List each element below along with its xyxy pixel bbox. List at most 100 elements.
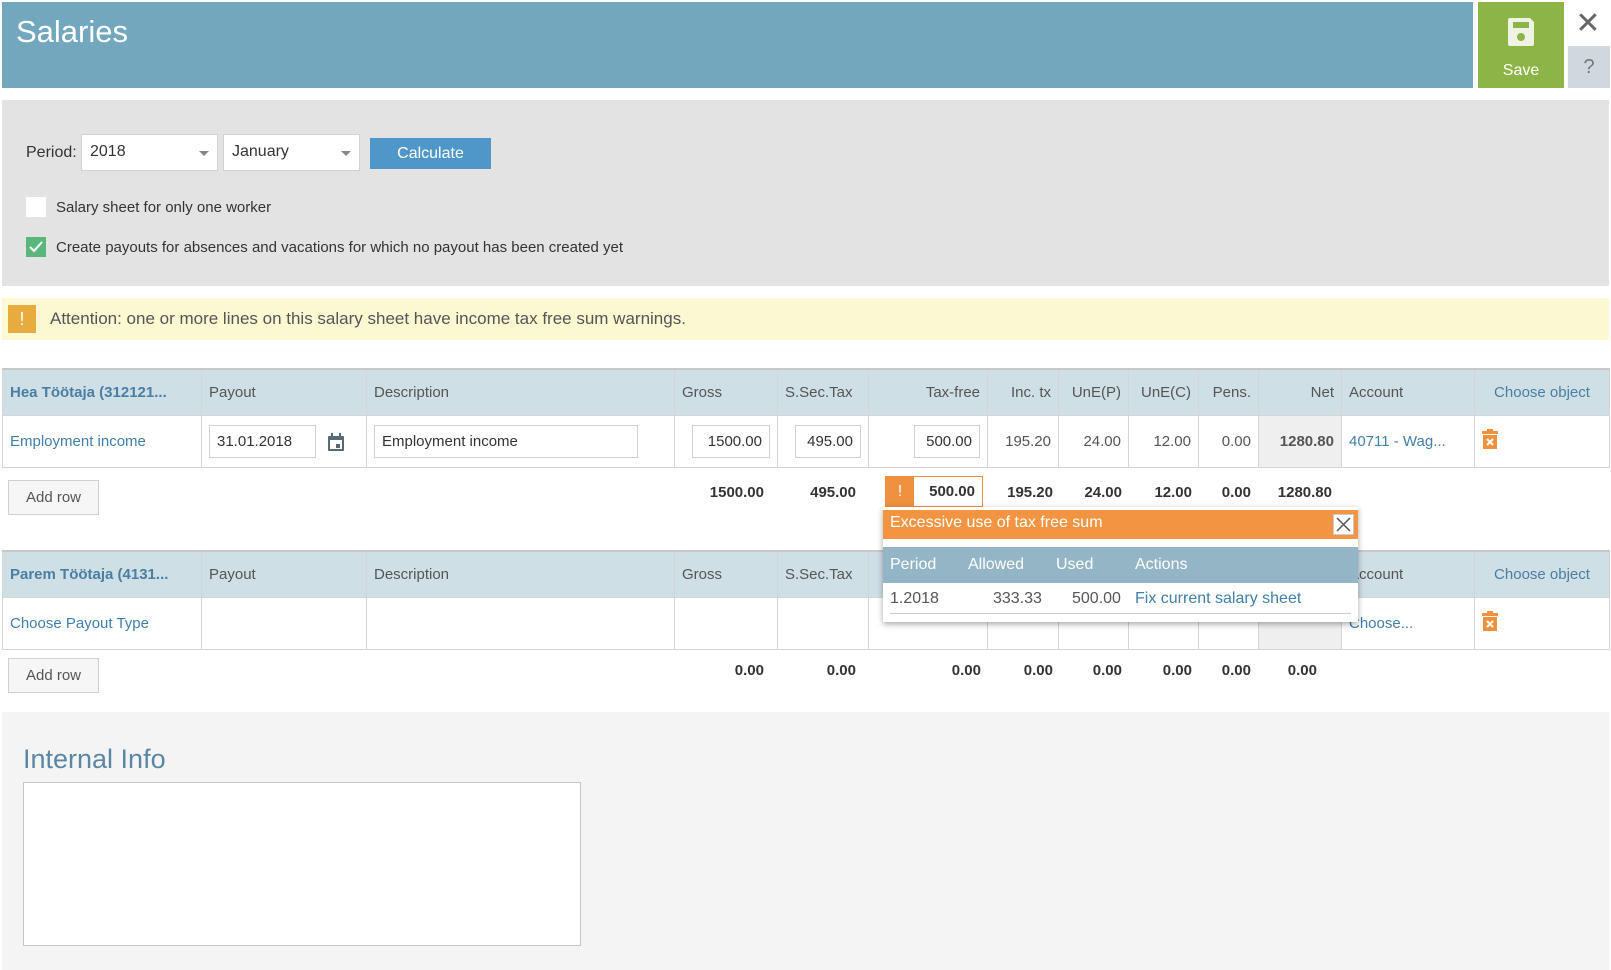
inctx-cell: 195.20	[987, 414, 1059, 468]
description-input[interactable]: Employment income	[374, 424, 638, 458]
taxfree-warning-button[interactable]: ! 500.00	[885, 476, 983, 507]
popup-title: Excessive use of tax free sum	[883, 510, 1358, 539]
total-pens: 0.00	[1221, 484, 1251, 501]
close-icon: ✕	[1575, 7, 1601, 40]
year-value: 2018	[90, 143, 126, 160]
taxfree-warning-popup: Excessive use of tax free sum Period All…	[883, 507, 1358, 622]
col-ssec: S.Sec.Tax	[777, 550, 869, 598]
col-net: Net	[1258, 368, 1342, 416]
month-select[interactable]: January	[223, 134, 360, 171]
choose-object-link[interactable]: Choose object	[1474, 368, 1610, 416]
create-payouts-label: Create payouts for absences and vacation…	[56, 239, 624, 256]
table-header-row: Parem Töötaja (4131... Payout Descriptio…	[2, 550, 1610, 598]
period-label: Period:	[26, 144, 77, 161]
one-worker-checkbox[interactable]	[26, 197, 46, 217]
total-net: 1280.80	[1277, 484, 1332, 501]
trash-icon[interactable]	[1482, 429, 1498, 449]
page-title: Salaries	[16, 14, 128, 49]
total-unep: 24.00	[1084, 484, 1122, 501]
table-row: Choose Payout Type Choose...	[2, 596, 1610, 650]
account-link[interactable]: 40711 - Wag...	[1341, 414, 1475, 468]
payout-type-link[interactable]: Employment income	[2, 414, 202, 468]
month-value: January	[232, 143, 289, 160]
table-header-row: Hea Töötaja (312121... Payout Descriptio…	[2, 368, 1610, 416]
worker-table-1: Hea Töötaja (312121... Payout Descriptio…	[2, 368, 1610, 468]
account-link[interactable]: Choose...	[1341, 596, 1475, 650]
calculate-button[interactable]: Calculate	[370, 138, 491, 169]
net-cell: 1280.80	[1258, 414, 1342, 468]
close-button[interactable]: ✕	[1568, 6, 1608, 42]
col-payout: Payout	[201, 550, 367, 598]
year-select[interactable]: 2018	[81, 134, 218, 171]
popup-used: 500.00	[1072, 590, 1121, 607]
choose-object-link[interactable]: Choose object	[1474, 550, 1610, 598]
table-row: Employment income 31.01.2018 Employment …	[2, 414, 1610, 468]
warning-icon: !	[8, 305, 36, 333]
fix-salary-sheet-link[interactable]: Fix current salary sheet	[1135, 590, 1301, 608]
payout-type-link[interactable]: Choose Payout Type	[2, 596, 202, 650]
popup-col-period: Period	[890, 556, 937, 573]
help-button[interactable]: ?	[1568, 46, 1610, 88]
taxfree-input[interactable]: 500.00	[914, 424, 980, 458]
taxfree-cell: 500.00	[868, 414, 988, 468]
total-ssec: 0.00	[826, 662, 856, 679]
ssec-cell	[777, 596, 869, 650]
total-unep: 0.00	[1092, 662, 1122, 679]
gross-cell	[674, 596, 778, 650]
save-label: Save	[1502, 62, 1540, 79]
trash-icon[interactable]	[1482, 611, 1498, 631]
col-account: Account	[1341, 368, 1475, 416]
internal-info-title: Internal Info	[23, 744, 166, 774]
internal-info-textarea[interactable]	[23, 782, 581, 946]
popup-col-used: Used	[1056, 556, 1094, 573]
total-gross: 1500.00	[709, 484, 764, 501]
total-inctx: 0.00	[1023, 662, 1053, 679]
ssec-cell: 495.00	[777, 414, 869, 468]
col-description: Description	[366, 550, 675, 598]
unec-cell: 12.00	[1128, 414, 1199, 468]
checkmark-icon	[29, 241, 43, 253]
col-ssec: S.Sec.Tax	[777, 368, 869, 416]
popup-header-row: Period Allowed Used Actions	[883, 547, 1358, 583]
unep-cell: 24.00	[1058, 414, 1129, 468]
popup-col-actions: Actions	[1135, 556, 1188, 573]
col-taxfree: Tax-free	[868, 368, 988, 416]
payout-date-cell: 31.01.2018	[201, 414, 367, 468]
filter-panel	[2, 100, 1609, 286]
warning-icon: !	[886, 477, 914, 506]
internal-info-section: Internal Info	[2, 712, 1609, 970]
worker-name: Hea Töötaja (312121...	[2, 368, 202, 416]
popup-period: 1.2018	[890, 590, 939, 607]
ssec-input[interactable]: 495.00	[795, 424, 861, 458]
pens-cell: 0.00	[1198, 414, 1259, 468]
description-cell	[366, 596, 675, 650]
save-button[interactable]: Save	[1478, 2, 1564, 88]
close-icon	[1336, 517, 1351, 532]
total-ssec: 495.00	[810, 484, 856, 501]
add-row-button[interactable]: Add row	[8, 480, 99, 515]
col-description: Description	[366, 368, 675, 416]
worker-name: Parem Töötaja (4131...	[2, 550, 202, 598]
col-inctx: Inc. tx	[987, 368, 1059, 416]
description-cell: Employment income	[366, 414, 675, 468]
create-payouts-checkbox[interactable]	[26, 237, 46, 257]
popup-allowed: 333.33	[993, 590, 1042, 607]
page-header: Salaries	[2, 2, 1473, 88]
floppy-disk-icon	[1508, 18, 1534, 46]
col-payout: Payout	[201, 368, 367, 416]
popup-close-button[interactable]	[1333, 514, 1354, 535]
col-pens: Pens.	[1198, 368, 1259, 416]
total-net: 0.00	[1287, 662, 1317, 679]
payout-date-cell	[201, 596, 367, 650]
total-inctx: 195.20	[1007, 484, 1053, 501]
add-row-button[interactable]: Add row	[8, 658, 99, 693]
gross-input[interactable]: 1500.00	[692, 424, 770, 458]
payout-date-input[interactable]: 31.01.2018	[209, 424, 316, 458]
popup-title-text: Excessive use of tax free sum	[890, 514, 1103, 531]
col-unec: UnE(C)	[1128, 368, 1199, 416]
worker-table-2: Parem Töötaja (4131... Payout Descriptio…	[2, 550, 1610, 650]
popup-col-allowed: Allowed	[968, 556, 1025, 573]
delete-cell	[1474, 414, 1610, 468]
calendar-icon[interactable]	[328, 432, 345, 451]
delete-cell	[1474, 596, 1610, 650]
